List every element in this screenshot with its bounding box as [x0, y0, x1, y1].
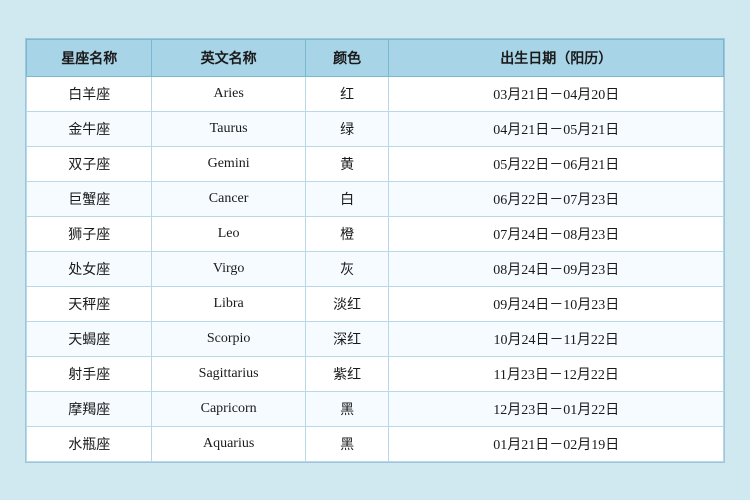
table-row: 处女座Virgo灰08月24日－09月23日 [27, 251, 724, 286]
table-row: 白羊座Aries红03月21日－04月20日 [27, 76, 724, 111]
cell-color: 红 [305, 76, 389, 111]
cell-date: 10月24日－11月22日 [389, 321, 724, 356]
cell-zh: 天秤座 [27, 286, 152, 321]
cell-color: 绿 [305, 111, 389, 146]
cell-en: Capricorn [152, 391, 305, 426]
cell-en: Gemini [152, 146, 305, 181]
header-color: 颜色 [305, 39, 389, 76]
table-row: 狮子座Leo橙07月24日－08月23日 [27, 216, 724, 251]
cell-en: Taurus [152, 111, 305, 146]
table-body: 白羊座Aries红03月21日－04月20日金牛座Taurus绿04月21日－0… [27, 76, 724, 461]
cell-en: Aries [152, 76, 305, 111]
cell-en: Scorpio [152, 321, 305, 356]
cell-date: 03月21日－04月20日 [389, 76, 724, 111]
cell-en: Sagittarius [152, 356, 305, 391]
zodiac-table-container: 星座名称 英文名称 颜色 出生日期（阳历） 白羊座Aries红03月21日－04… [25, 38, 725, 463]
table-row: 射手座Sagittarius紫红11月23日－12月22日 [27, 356, 724, 391]
cell-zh: 天蝎座 [27, 321, 152, 356]
cell-color: 黄 [305, 146, 389, 181]
table-row: 水瓶座Aquarius黑01月21日－02月19日 [27, 426, 724, 461]
header-date: 出生日期（阳历） [389, 39, 724, 76]
cell-color: 淡红 [305, 286, 389, 321]
cell-color: 黑 [305, 391, 389, 426]
cell-zh: 巨蟹座 [27, 181, 152, 216]
cell-en: Virgo [152, 251, 305, 286]
cell-color: 白 [305, 181, 389, 216]
cell-zh: 水瓶座 [27, 426, 152, 461]
cell-en: Cancer [152, 181, 305, 216]
cell-zh: 金牛座 [27, 111, 152, 146]
table-row: 摩羯座Capricorn黑12月23日－01月22日 [27, 391, 724, 426]
table-row: 巨蟹座Cancer白06月22日－07月23日 [27, 181, 724, 216]
cell-en: Leo [152, 216, 305, 251]
cell-date: 07月24日－08月23日 [389, 216, 724, 251]
cell-color: 黑 [305, 426, 389, 461]
cell-zh: 双子座 [27, 146, 152, 181]
cell-zh: 处女座 [27, 251, 152, 286]
table-row: 天蝎座Scorpio深红10月24日－11月22日 [27, 321, 724, 356]
cell-zh: 狮子座 [27, 216, 152, 251]
cell-date: 09月24日－10月23日 [389, 286, 724, 321]
cell-en: Libra [152, 286, 305, 321]
cell-zh: 射手座 [27, 356, 152, 391]
table-header-row: 星座名称 英文名称 颜色 出生日期（阳历） [27, 39, 724, 76]
cell-date: 11月23日－12月22日 [389, 356, 724, 391]
cell-date: 01月21日－02月19日 [389, 426, 724, 461]
cell-date: 06月22日－07月23日 [389, 181, 724, 216]
cell-date: 08月24日－09月23日 [389, 251, 724, 286]
cell-color: 灰 [305, 251, 389, 286]
cell-color: 紫红 [305, 356, 389, 391]
table-row: 双子座Gemini黄05月22日－06月21日 [27, 146, 724, 181]
cell-date: 04月21日－05月21日 [389, 111, 724, 146]
cell-zh: 摩羯座 [27, 391, 152, 426]
header-en: 英文名称 [152, 39, 305, 76]
table-row: 金牛座Taurus绿04月21日－05月21日 [27, 111, 724, 146]
cell-en: Aquarius [152, 426, 305, 461]
header-zh: 星座名称 [27, 39, 152, 76]
cell-color: 深红 [305, 321, 389, 356]
cell-date: 05月22日－06月21日 [389, 146, 724, 181]
table-row: 天秤座Libra淡红09月24日－10月23日 [27, 286, 724, 321]
cell-color: 橙 [305, 216, 389, 251]
cell-zh: 白羊座 [27, 76, 152, 111]
zodiac-table: 星座名称 英文名称 颜色 出生日期（阳历） 白羊座Aries红03月21日－04… [26, 39, 724, 462]
cell-date: 12月23日－01月22日 [389, 391, 724, 426]
